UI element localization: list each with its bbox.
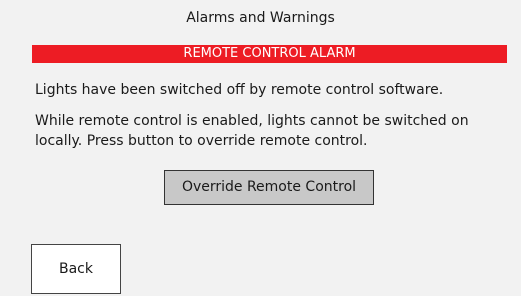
page-title: Alarms and Warnings [186, 10, 335, 26]
alarms-panel: Alarms and Warnings REMOTE CONTROL ALARM… [0, 0, 521, 296]
back-button[interactable]: Back [31, 244, 121, 294]
override-remote-control-button[interactable]: Override Remote Control [164, 170, 374, 205]
alarm-message-2: While remote control is enabled, lights … [35, 113, 469, 149]
alarm-banner: REMOTE CONTROL ALARM [32, 45, 507, 63]
alarm-message-1: Lights have been switched off by remote … [35, 82, 444, 98]
